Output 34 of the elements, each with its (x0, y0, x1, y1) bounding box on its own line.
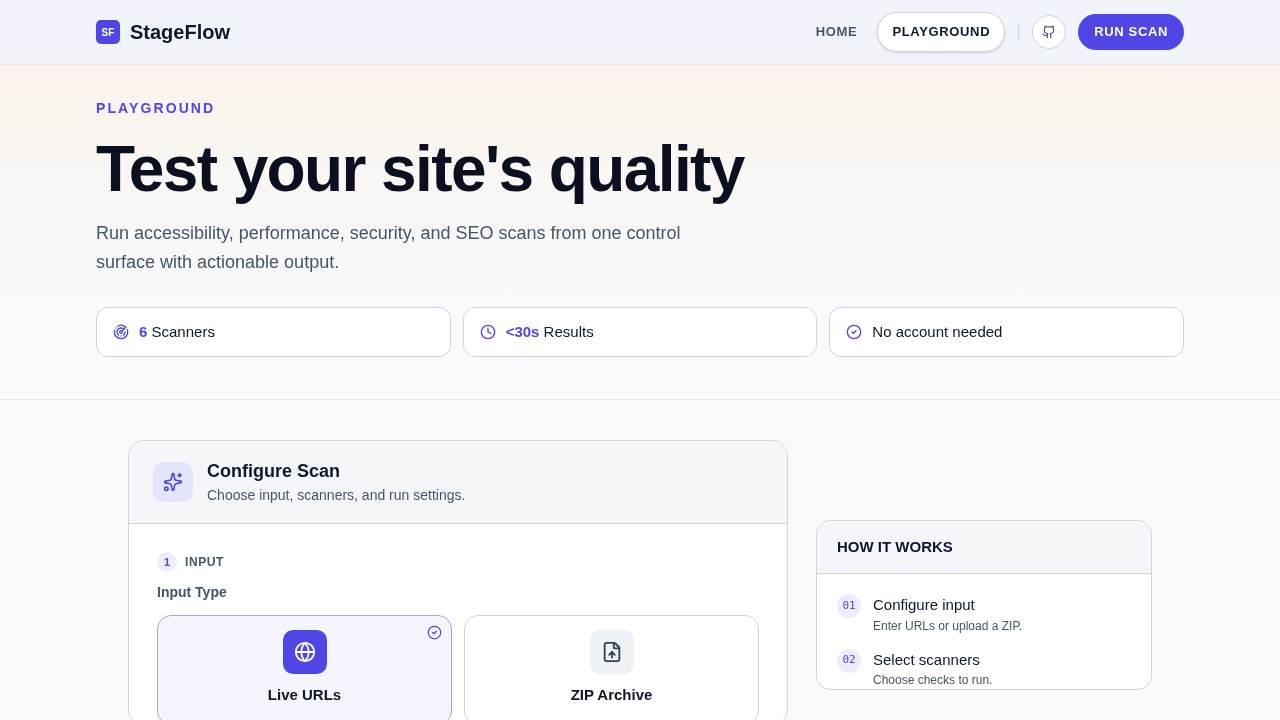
check-icon (427, 625, 442, 640)
stat-text: <30s Results (505, 321, 594, 342)
step-number: 1 (157, 552, 177, 572)
step-description: Choose checks to run. (873, 672, 993, 689)
clock-icon (479, 324, 496, 340)
step-description: Enter URLs or upload a ZIP. (873, 617, 1023, 635)
github-button[interactable] (1032, 15, 1067, 49)
globe-icon (282, 630, 327, 674)
github-icon (1042, 25, 1057, 39)
step-number: 01 (837, 594, 861, 618)
input-type-option[interactable]: ZIP Archive (464, 615, 759, 720)
page-title: Test your site's quality (96, 133, 746, 205)
page-subtitle: Run accessibility, performance, security, and SEO scans from one control surface with actionable output. (96, 222, 682, 274)
stat-text: No account needed (872, 321, 1003, 342)
section-label: INPUT (185, 554, 224, 571)
nav-link[interactable]: PLAYGROUND (877, 12, 1006, 52)
step-title: Configure input (873, 595, 976, 615)
step-title: Select scanners (873, 649, 981, 670)
card-title: HOW IT WORKS (817, 521, 1151, 574)
card-title: Configure Scan (207, 460, 341, 483)
step-number: 02 (837, 648, 861, 673)
check-icon (846, 324, 863, 340)
radar-icon (113, 324, 129, 340)
card-subtitle: Choose input, scanners, and run settings. (207, 486, 466, 505)
run-scan-button[interactable]: RUN SCAN (1078, 14, 1184, 50)
sparkles-icon (153, 462, 193, 502)
nav-link[interactable]: HOME (807, 13, 866, 51)
field-label: Input Type (157, 583, 228, 602)
brand-name: StageFlow (130, 20, 230, 45)
logo-mark: SF (96, 20, 120, 44)
eyebrow-label: PLAYGROUND (96, 99, 217, 118)
file-icon (589, 630, 634, 674)
stat-text: 6 Scanners (139, 321, 215, 342)
input-type-option[interactable]: Live URLs (157, 615, 452, 720)
